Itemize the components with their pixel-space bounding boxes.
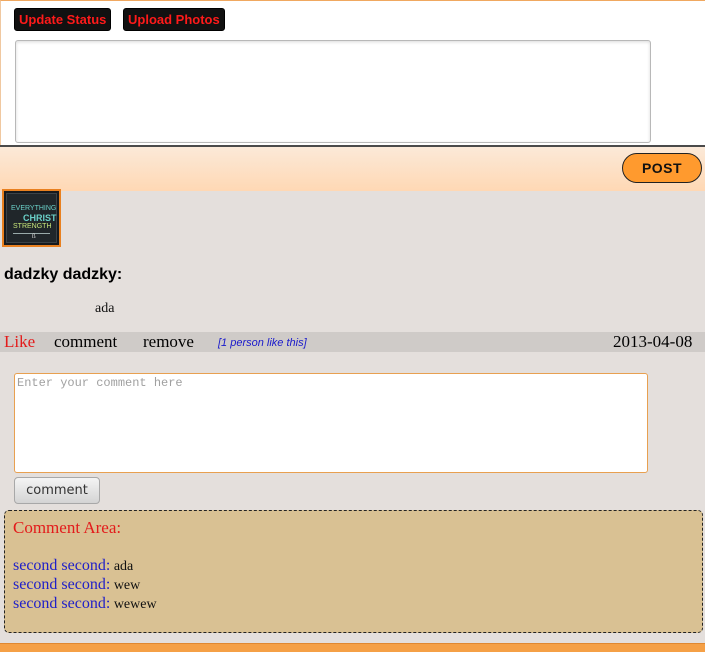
avatar-text-1: EVERYTHING [11, 205, 57, 212]
post-button[interactable]: POST [622, 153, 702, 183]
comment-submit-button[interactable]: comment [14, 477, 100, 504]
comment-link[interactable]: comment [54, 332, 117, 352]
post-text: ada [95, 301, 115, 316]
post-author: dadzky dadzky: [4, 266, 123, 283]
status-box: Update Status Upload Photos [0, 0, 705, 145]
post-bar: POST [0, 145, 705, 191]
post-date: 2013-04-08 [613, 332, 693, 351]
avatar-text-4: ß [32, 234, 36, 240]
avatar-image: EVERYTHING CHRIST STRENGTH ß [6, 193, 57, 243]
like-count[interactable]: [1 person like this] [218, 337, 307, 349]
bottom-bar [0, 643, 705, 652]
post-action-bar: Like comment remove [1 person like this]… [0, 332, 705, 352]
comment-item: second second: wewew [13, 595, 157, 613]
status-textarea[interactable] [15, 40, 651, 143]
post-area: EVERYTHING CHRIST STRENGTH ß dadzky dadz… [0, 189, 705, 652]
upload-photos-button[interactable]: Upload Photos [123, 8, 225, 31]
comment-author[interactable]: second second: [13, 576, 110, 593]
comment-author[interactable]: second second: [13, 557, 110, 574]
avatar-text-2: CHRIST [23, 213, 57, 223]
remove-link[interactable]: remove [143, 332, 194, 352]
comment-area-title: Comment Area: [13, 518, 122, 537]
comment-text: wew [113, 578, 141, 593]
comment-area: Comment Area: second second: ada second … [4, 510, 703, 633]
like-link[interactable]: Like [4, 332, 35, 352]
update-status-button[interactable]: Update Status [14, 8, 112, 31]
avatar-text-3: STRENGTH [13, 223, 52, 230]
avatar[interactable]: EVERYTHING CHRIST STRENGTH ß [2, 189, 61, 247]
comment-input[interactable] [14, 373, 648, 473]
comment-item: second second: wew [13, 576, 140, 594]
comment-text: ada [113, 559, 134, 574]
comment-author[interactable]: second second: [13, 595, 110, 612]
comment-item: second second: ada [13, 557, 133, 575]
comment-text: wewew [113, 597, 157, 612]
